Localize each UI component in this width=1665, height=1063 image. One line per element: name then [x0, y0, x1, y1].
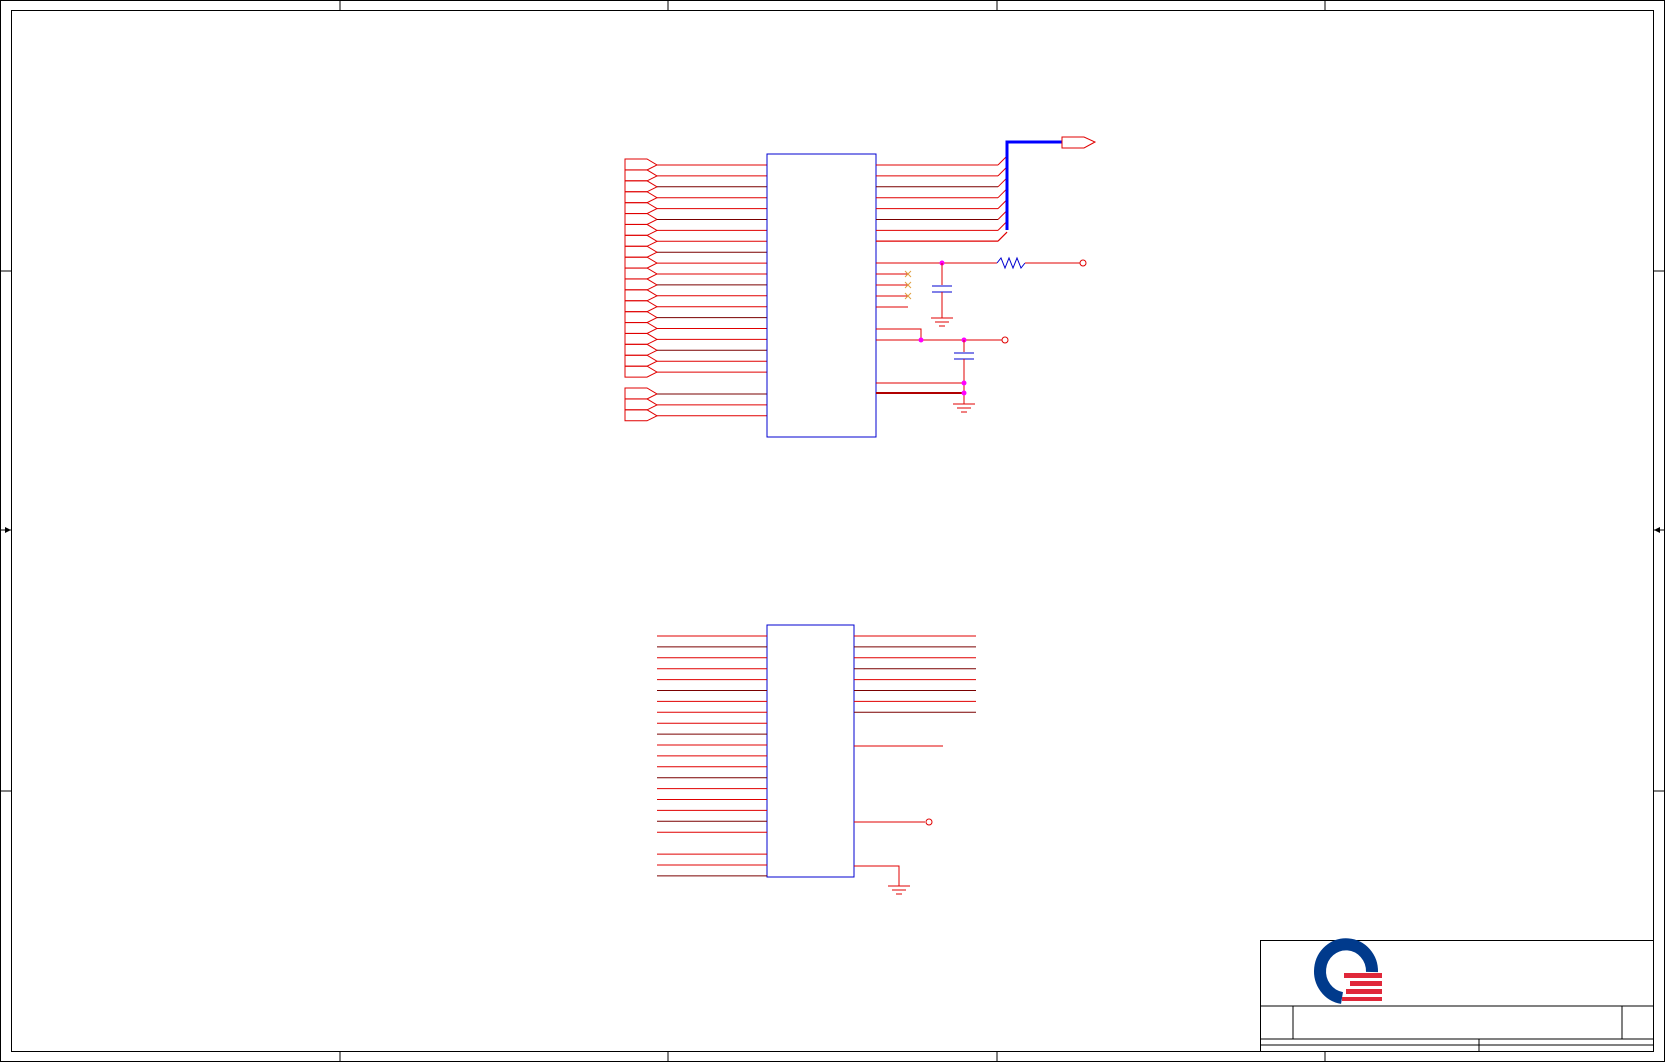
lower-right-pin-wires: [854, 635, 976, 713]
company-logo-icon: [1314, 938, 1382, 1004]
sheet-frame: [0, 0, 1665, 1062]
off-page-connector-icon: [624, 223, 659, 236]
pin-terminal-icon: [925, 818, 933, 826]
off-page-connector-icon: [624, 289, 659, 302]
lower-ic-body: [766, 624, 855, 878]
off-page-connector-icon: [624, 278, 659, 291]
power-network: [876, 328, 1009, 413]
upper-right-bus-wires: [876, 155, 1008, 242]
off-page-connector-icon: [624, 409, 659, 422]
capacitor-icon: [954, 352, 974, 360]
off-page-connector-icon: [624, 332, 659, 345]
off-page-connector-icon: [624, 267, 659, 280]
bus-off-page-connector-icon: [1061, 136, 1097, 149]
off-page-connector-icon: [624, 191, 659, 204]
ground-icon: [888, 885, 910, 895]
off-page-connector-icon: [624, 365, 659, 378]
resistor-icon: [996, 256, 1026, 270]
ground-icon: [931, 317, 953, 327]
off-page-connector-icon: [624, 234, 659, 247]
upper-ic-body: [766, 153, 877, 438]
lower-left-pin-wires: [657, 635, 767, 877]
off-page-connector-icon: [624, 158, 659, 171]
off-page-connector-icon: [624, 322, 659, 334]
filter-network: [876, 256, 1087, 327]
off-page-connector-icon: [624, 300, 659, 313]
power-terminal-icon: [1001, 336, 1009, 344]
ground-icon: [953, 403, 975, 413]
off-page-connector-icon: [624, 202, 659, 215]
off-page-connector-icon: [624, 387, 659, 400]
off-page-connector-icon: [624, 256, 659, 269]
off-page-connector-icon: [624, 311, 659, 324]
off-page-connector-icon: [624, 354, 659, 367]
off-page-connector-icon: [624, 169, 659, 182]
off-page-connector-icon: [624, 213, 659, 225]
upper-left-off-page-connectors: [624, 158, 659, 422]
title-block: [1260, 938, 1654, 1052]
bus-entry: [997, 231, 1008, 242]
off-page-connector-icon: [624, 343, 659, 356]
off-page-connector-icon: [624, 245, 659, 258]
schematic-sheet: [0, 0, 1665, 1062]
upper-left-pin-wires: [657, 164, 767, 417]
lower-misc-pins: [854, 745, 943, 895]
off-page-connector-icon: [624, 398, 659, 411]
off-page-connector-icon: [624, 180, 659, 193]
pin-terminal-icon: [1079, 259, 1087, 267]
data-bus: [1005, 136, 1097, 230]
capacitor-icon: [932, 285, 952, 293]
no-connect-icon: [876, 270, 912, 308]
